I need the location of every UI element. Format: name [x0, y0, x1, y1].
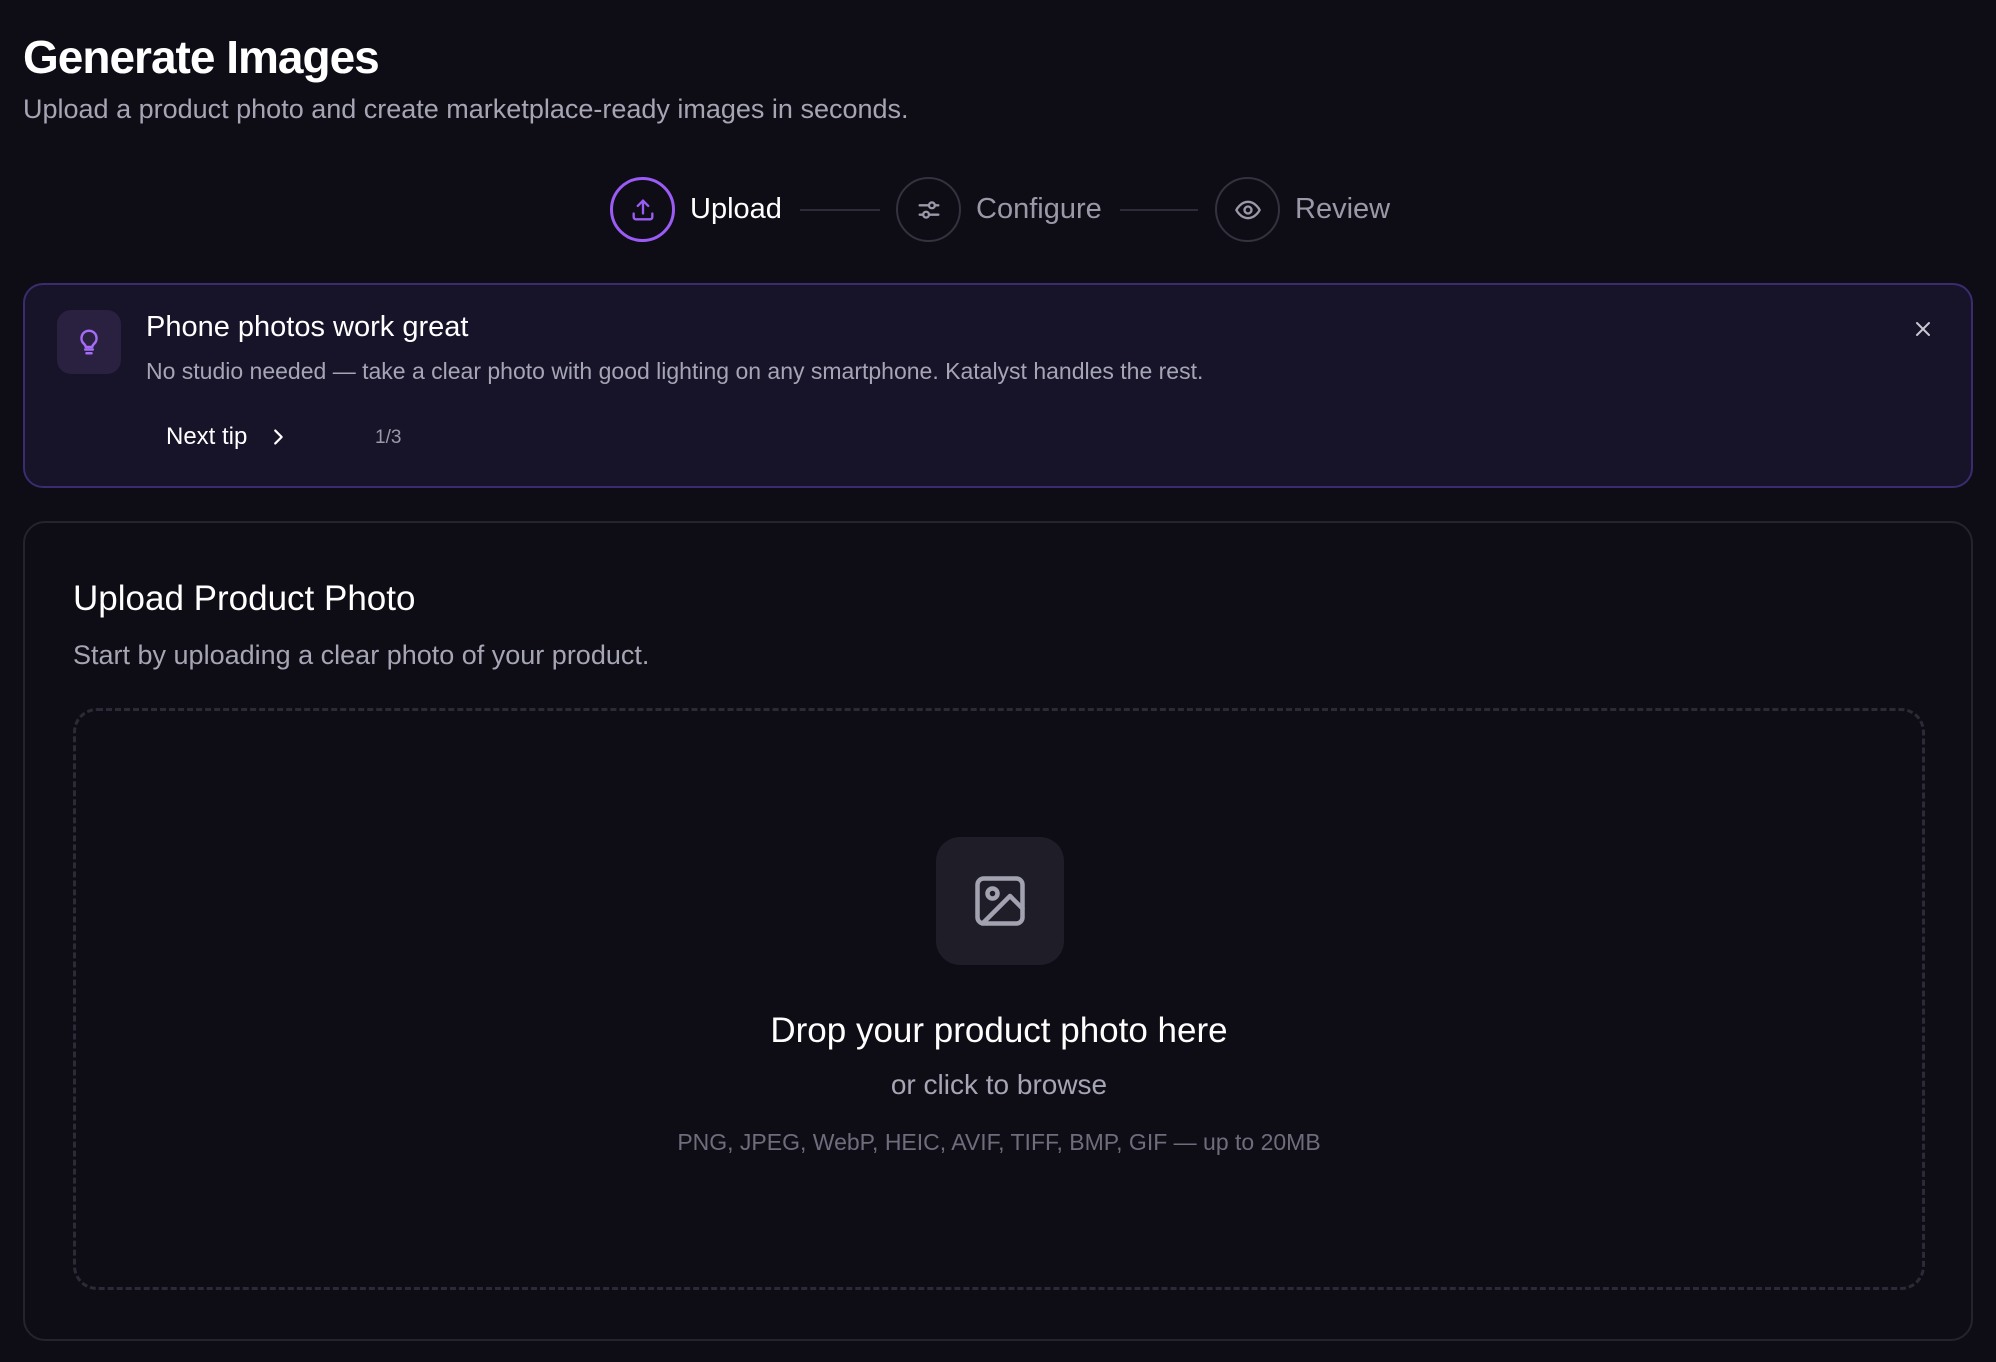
next-tip-label: Next tip	[166, 423, 248, 450]
tip-card: Phone photos work great No studio needed…	[23, 283, 1973, 488]
step-review-circle[interactable]	[1215, 177, 1280, 242]
page-title: Generate Images	[23, 31, 380, 83]
photo-dropzone[interactable]: Drop your product photo here or click to…	[73, 708, 1925, 1290]
step-configure-label[interactable]: Configure	[976, 191, 1102, 227]
step-upload-circle[interactable]	[610, 177, 675, 242]
step-configure-circle[interactable]	[896, 177, 961, 242]
dropzone-formats: PNG, JPEG, WebP, HEIC, AVIF, TIFF, BMP, …	[677, 1129, 1321, 1155]
upload-card: Upload Product Photo Start by uploading …	[23, 521, 1973, 1341]
upload-subtitle: Start by uploading a clear photo of your…	[73, 640, 650, 670]
sliders-icon	[918, 200, 939, 219]
dropzone-icon-box	[936, 837, 1064, 965]
upload-icon	[632, 199, 653, 220]
tip-icon-box	[57, 310, 121, 374]
tip-close-button[interactable]	[1905, 311, 1941, 347]
dropzone-browse-hint: or click to browse	[890, 1069, 1108, 1100]
step-upload-label[interactable]: Upload	[690, 191, 782, 227]
stepper: Upload Configure Review	[0, 177, 1996, 242]
close-icon	[1916, 322, 1930, 336]
step-review-label[interactable]: Review	[1295, 191, 1390, 227]
tip-counter: 1/3	[375, 427, 402, 448]
step-connector	[1120, 209, 1198, 211]
page-subtitle: Upload a product photo and create market…	[23, 94, 909, 124]
generate-images-page: Generate Images Upload a product photo a…	[0, 0, 1996, 1362]
tip-title: Phone photos work great	[146, 311, 469, 343]
next-tip-button[interactable]: Next tip	[146, 415, 303, 459]
dropzone-title: Drop your product photo here	[770, 1011, 1228, 1050]
step-connector	[800, 209, 880, 211]
image-icon	[975, 876, 1025, 926]
chevron-right-icon	[274, 429, 284, 445]
eye-icon	[1234, 200, 1261, 219]
tip-body: No studio needed — take a clear photo wi…	[146, 358, 1204, 384]
upload-title: Upload Product Photo	[73, 579, 416, 618]
lightbulb-icon	[80, 329, 98, 355]
